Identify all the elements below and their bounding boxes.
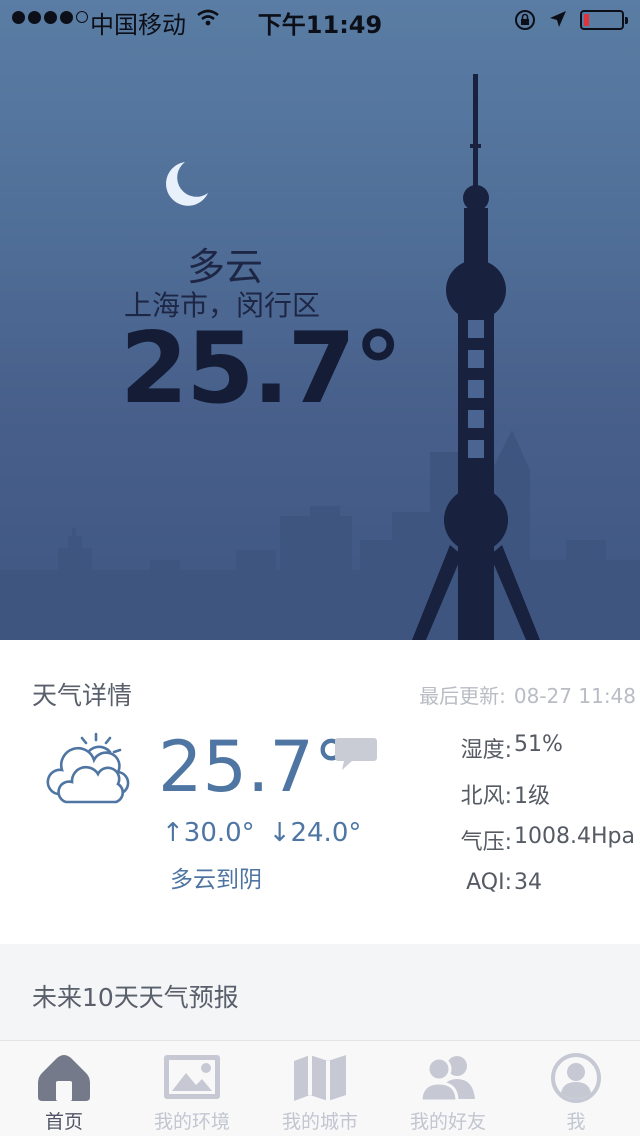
map-icon — [294, 1055, 346, 1101]
weather-condition: 多云 — [186, 245, 263, 289]
stat-humidity: 湿度: 51% — [460, 732, 563, 763]
stat-aqi: AQI: 34 — [466, 870, 542, 895]
tab-bar: 首页 我的环境 我的城市 我的好友 我 — [0, 1040, 640, 1136]
low-temperature: ↓24.0° — [268, 818, 362, 848]
friends-icon — [421, 1056, 475, 1103]
weather-stats: 湿度: 51% 北风: 1级 气压: 1008.4Hpa AQI: 34 — [440, 732, 635, 916]
image-icon — [164, 1055, 220, 1099]
tab-me[interactable]: 我 — [512, 1041, 640, 1136]
stat-pressure: 气压: 1008.4Hpa — [460, 824, 635, 855]
high-low-temperature: ↑30.0° ↓24.0° — [162, 818, 361, 848]
hero-weather-panel: 中国移动 下午11:49 多云 上海市，闵行区 25.7° — [0, 0, 640, 640]
high-temperature: ↑30.0° — [162, 818, 255, 848]
status-time: 下午11:49 — [257, 11, 383, 39]
tab-my-friends[interactable]: 我的好友 — [384, 1041, 512, 1136]
location-arrow-icon — [550, 11, 566, 27]
home-icon — [38, 1055, 90, 1101]
user-icon — [551, 1053, 601, 1103]
status-bar: 中国移动 下午11:49 — [0, 0, 640, 40]
moon-icon — [166, 162, 208, 206]
weather-description: 多云到阴 — [170, 867, 262, 893]
tab-my-city[interactable]: 我的城市 — [256, 1041, 384, 1136]
battery-icon — [580, 10, 628, 30]
weather-details-card: 天气详情 最后更新: 08-27 11:48 25.7° ↑30.0° ↓24.0°… — [0, 640, 640, 944]
comment-bubble-icon[interactable] — [334, 734, 378, 774]
stat-wind: 北风: 1级 — [460, 784, 550, 809]
forecast-title: 未来10天天气预报 — [32, 983, 239, 1012]
current-temperature: 25.7° — [120, 312, 403, 426]
details-temperature: 25.7° — [158, 726, 349, 808]
last-updated: 最后更新: 08-27 11:48 — [419, 684, 636, 708]
forecast-section[interactable]: 未来10天天气预报 — [0, 944, 640, 1040]
details-title: 天气详情 — [32, 681, 133, 710]
tab-my-environment[interactable]: 我的环境 — [128, 1041, 256, 1136]
partly-cloudy-icon — [46, 732, 130, 804]
tab-home[interactable]: 首页 — [0, 1041, 128, 1136]
rotation-lock-icon — [515, 10, 535, 30]
